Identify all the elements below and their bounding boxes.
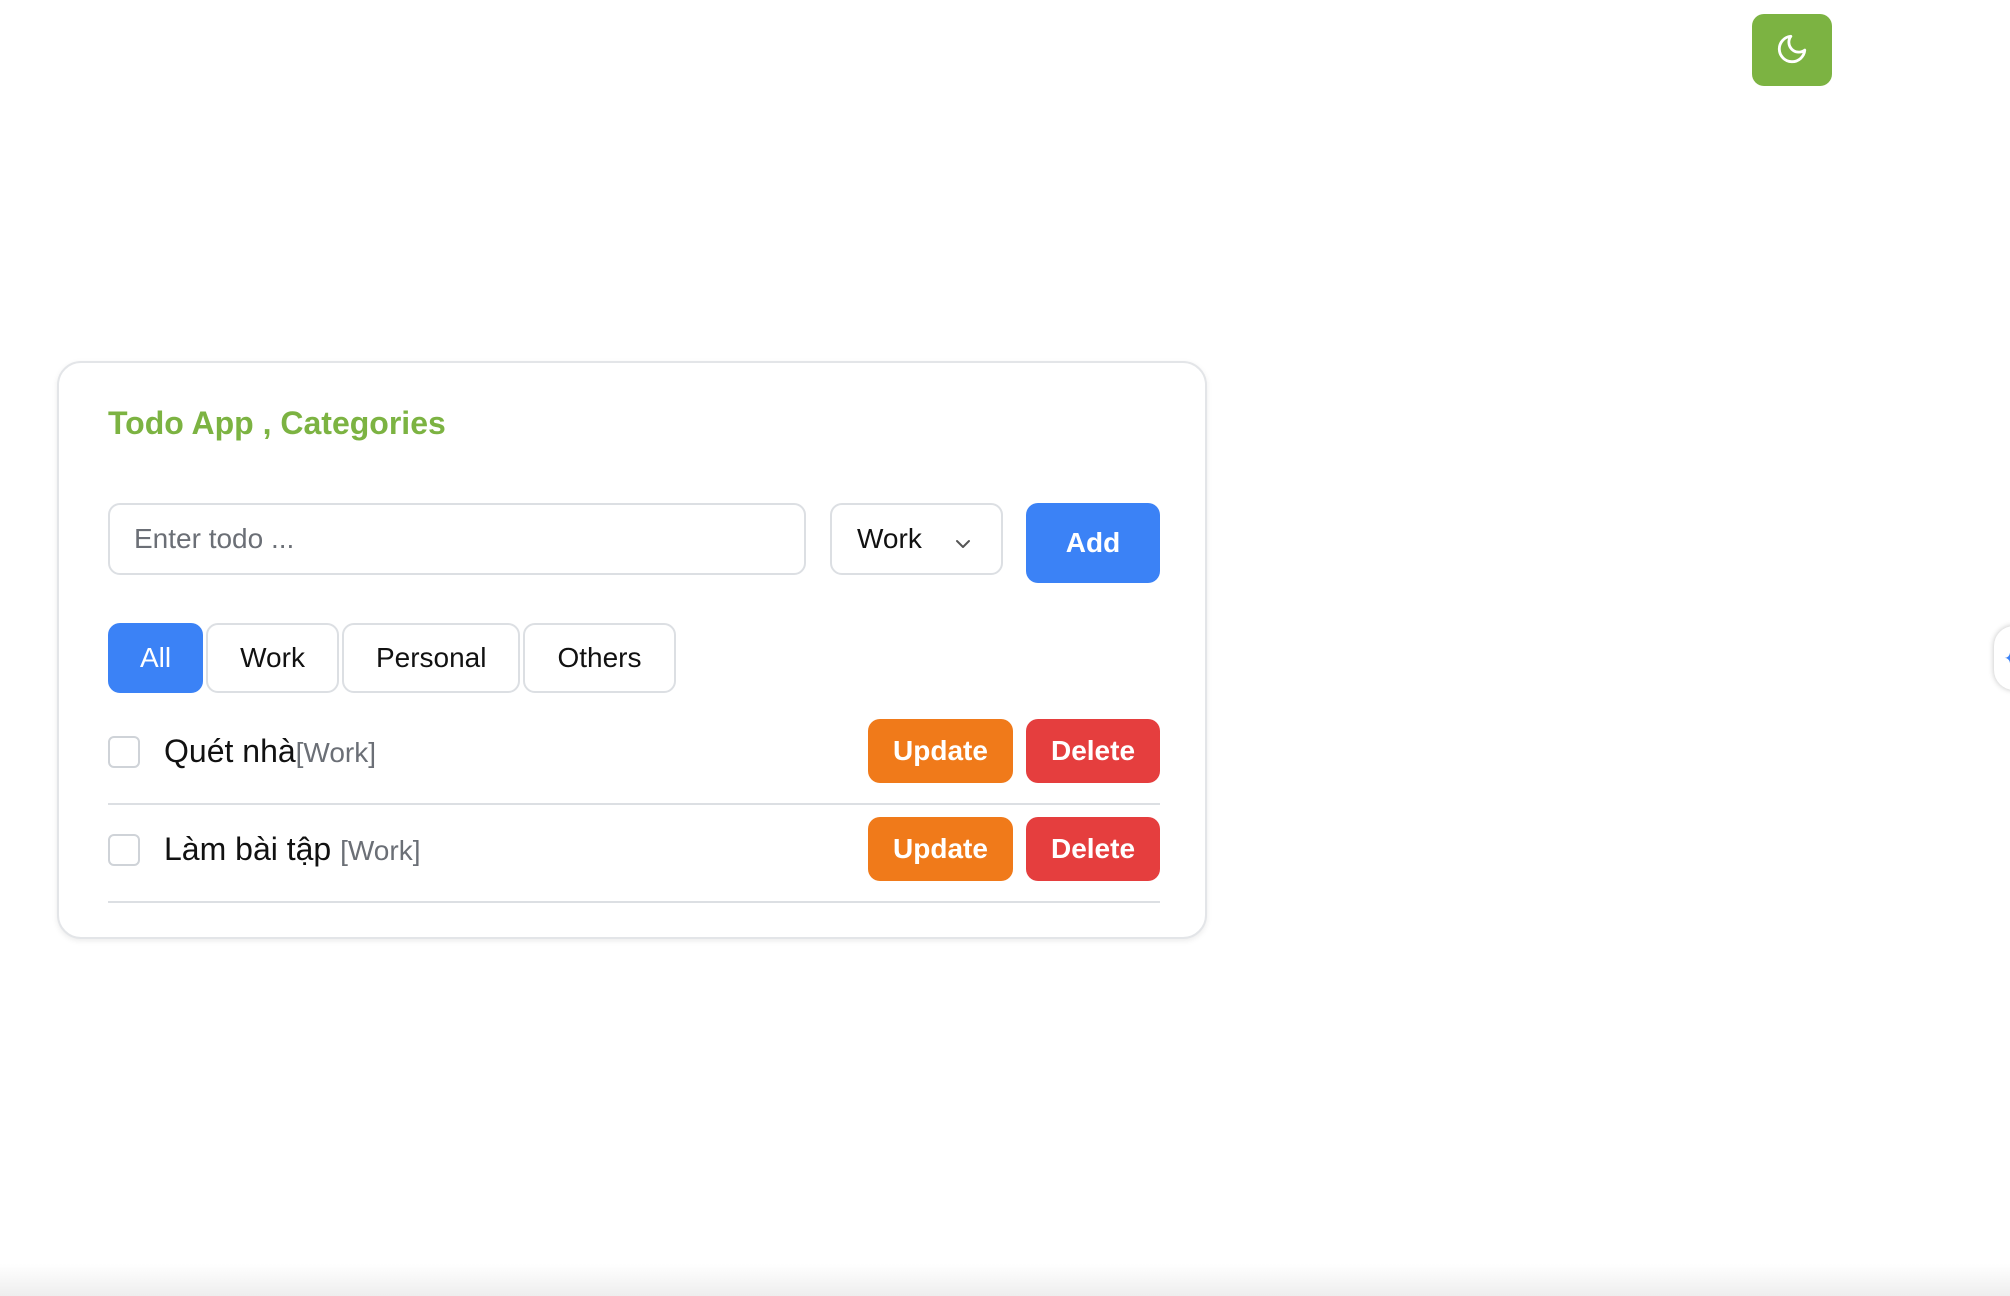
filter-tab-others[interactable]: Others [523, 623, 676, 693]
theme-toggle-button[interactable] [1752, 14, 1832, 86]
update-button[interactable]: Update [868, 719, 1013, 783]
delete-button[interactable]: Delete [1026, 719, 1160, 783]
todo-category: [Work] [295, 737, 377, 768]
todo-category: [Work] [340, 835, 421, 866]
todo-title: Làm bài tập [164, 831, 341, 867]
todo-item: Quét nhà[Work] Update Delete [108, 707, 1160, 805]
page-bottom-edge [0, 1264, 2010, 1296]
filter-tab-work[interactable]: Work [206, 623, 339, 693]
todo-input[interactable] [108, 503, 806, 575]
todo-checkbox[interactable] [108, 736, 140, 768]
category-select[interactable]: Work [830, 503, 1003, 575]
category-select-value: Work [857, 523, 922, 554]
app-title: Todo App , Categories [108, 405, 446, 441]
chevron-down-icon [953, 529, 973, 549]
filter-tabs: All Work Personal Others [108, 623, 676, 693]
todo-card: Todo App , Categories Work Add All Work … [57, 361, 1207, 939]
todo-checkbox[interactable] [108, 834, 140, 866]
add-button[interactable]: Add [1026, 503, 1160, 583]
delete-button[interactable]: Delete [1026, 817, 1160, 881]
todo-item: Làm bài tập [Work] Update Delete [108, 805, 1160, 903]
filter-tab-personal[interactable]: Personal [341, 623, 521, 693]
moon-icon [1775, 32, 1809, 69]
todo-list: Quét nhà[Work] Update Delete Làm bài tập… [108, 707, 1160, 903]
sparkle-icon: ✦ [2004, 649, 2010, 666]
filter-tab-all[interactable]: All [108, 623, 204, 693]
side-panel-handle[interactable]: ✦ [1994, 626, 2010, 690]
todo-text: Quét nhà[Work] [164, 733, 376, 770]
todo-title: Quét nhà [164, 733, 296, 769]
update-button[interactable]: Update [868, 817, 1013, 881]
todo-text: Làm bài tập [Work] [164, 831, 421, 868]
